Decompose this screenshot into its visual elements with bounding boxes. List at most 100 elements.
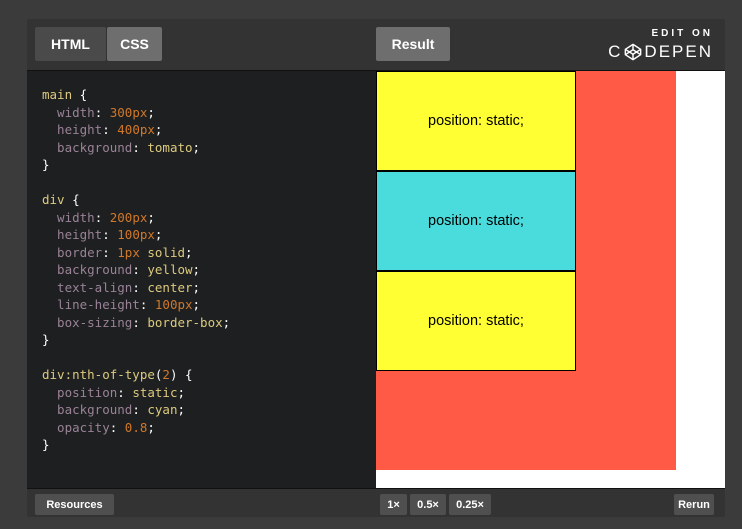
code-line: text-align: center; bbox=[42, 279, 376, 297]
code-token: main bbox=[42, 87, 73, 102]
resources-button[interactable]: Resources bbox=[35, 494, 114, 515]
code-token: : bbox=[94, 209, 110, 225]
code-token: ; bbox=[192, 262, 201, 277]
code-token: width bbox=[42, 104, 95, 120]
code-token: 400px bbox=[117, 122, 155, 137]
code-token: : bbox=[132, 314, 148, 330]
code-token: center bbox=[147, 279, 193, 295]
code-line: box-sizing: border-box; bbox=[42, 314, 376, 332]
code-token: border bbox=[42, 244, 103, 260]
demo-div-1: position: static; bbox=[376, 71, 576, 171]
zoom-1x-button[interactable]: 1× bbox=[380, 494, 407, 515]
edit-on-label: EDIT ON bbox=[651, 28, 713, 39]
code-token: cyan bbox=[147, 402, 178, 417]
zoom-05x-button[interactable]: 0.5× bbox=[410, 494, 446, 515]
code-token: : bbox=[94, 104, 110, 120]
code-token: : bbox=[139, 297, 155, 312]
codepen-cube-icon bbox=[625, 43, 642, 61]
code-token: opacity bbox=[42, 419, 110, 435]
code-token: } bbox=[42, 157, 50, 172]
code-token: ; bbox=[147, 209, 155, 225]
code-line: height: 100px; bbox=[42, 226, 376, 244]
demo-div-2: position: static; bbox=[376, 171, 576, 271]
code-token: box-sizing bbox=[42, 314, 133, 330]
code-token: ; bbox=[154, 227, 163, 242]
tab-result[interactable]: Result bbox=[376, 27, 450, 61]
code-token: div bbox=[42, 192, 65, 207]
zoom-025x-button[interactable]: 0.25× bbox=[449, 494, 491, 515]
code-token: { bbox=[72, 87, 88, 102]
code-token: ; bbox=[222, 314, 231, 330]
code-token: : bbox=[132, 139, 148, 155]
code-line: } bbox=[42, 436, 376, 454]
code-line: width: 300px; bbox=[42, 104, 376, 122]
code-line: opacity: 0.8; bbox=[42, 419, 376, 437]
result-preview: position: static; position: static; positi… bbox=[376, 71, 725, 488]
code-line: background: cyan; bbox=[42, 401, 376, 419]
code-line: height: 400px; bbox=[42, 121, 376, 139]
code-line: background: tomato; bbox=[42, 139, 376, 157]
code-token: : bbox=[117, 384, 133, 400]
code-token: } bbox=[42, 437, 50, 452]
code-token: : bbox=[102, 227, 118, 242]
code-line: } bbox=[42, 331, 376, 349]
code-line: div { bbox=[42, 191, 376, 209]
code-token: width bbox=[42, 209, 95, 225]
code-line: div:nth-of-type(2) { bbox=[42, 366, 376, 384]
code-token: 100px bbox=[154, 297, 193, 312]
code-line: position: static; bbox=[42, 384, 376, 402]
code-token: { bbox=[64, 192, 80, 207]
code-line: background: yellow; bbox=[42, 261, 376, 279]
code-token: : bbox=[132, 402, 148, 417]
code-line: } bbox=[42, 156, 376, 174]
code-line: line-height: 100px; bbox=[42, 296, 376, 314]
codepen-embed: HTML CSS Result EDIT ON C DEPEN main {w… bbox=[27, 19, 725, 517]
code-token: line-height bbox=[42, 297, 140, 312]
code-line: border: 1px solid; bbox=[42, 244, 376, 262]
code-line: width: 200px; bbox=[42, 209, 376, 227]
code-token: ; bbox=[192, 139, 201, 155]
code-token: background bbox=[42, 402, 133, 417]
code-token: text-align bbox=[42, 279, 133, 295]
code-token: static bbox=[132, 384, 178, 400]
edit-on-codepen-link[interactable]: EDIT ON C DEPEN bbox=[608, 28, 713, 62]
code-token: ; bbox=[185, 244, 193, 260]
demo-div-3: position: static; bbox=[376, 271, 576, 371]
code-token: ; bbox=[192, 279, 201, 295]
code-token: } bbox=[42, 332, 50, 347]
embed-header: HTML CSS Result EDIT ON C DEPEN bbox=[27, 19, 725, 71]
codepen-logo: C DEPEN bbox=[608, 42, 713, 61]
code-token: ; bbox=[147, 104, 155, 120]
tab-html[interactable]: HTML bbox=[35, 27, 106, 61]
code-token: ; bbox=[192, 297, 201, 312]
code-token: 2 bbox=[162, 367, 170, 382]
code-token: height bbox=[42, 122, 103, 137]
code-token: 100px bbox=[117, 227, 155, 242]
code-token: tomato bbox=[147, 139, 193, 155]
code-token: background bbox=[42, 262, 133, 277]
code-token: : bbox=[102, 122, 118, 137]
tab-css[interactable]: CSS bbox=[107, 27, 162, 61]
css-code-editor[interactable]: main { width: 300px; height: 400px; back… bbox=[27, 72, 376, 488]
code-token: border-box bbox=[147, 314, 223, 330]
code-token: : bbox=[132, 279, 148, 295]
code-token: position bbox=[42, 384, 118, 400]
code-token: : bbox=[132, 262, 148, 277]
code-token: ; bbox=[154, 122, 163, 137]
code-token: background bbox=[42, 139, 133, 155]
code-token: 0.8 bbox=[124, 419, 148, 435]
code-token: 200px bbox=[109, 209, 148, 225]
code-line: main { bbox=[42, 86, 376, 104]
embed-footer: Resources 1× 0.5× 0.25× Rerun bbox=[27, 488, 725, 517]
code-token: yellow bbox=[147, 262, 193, 277]
code-token: 1px bbox=[117, 244, 140, 260]
code-token: : bbox=[102, 244, 118, 260]
code-token: ; bbox=[147, 419, 155, 435]
code-token: : bbox=[109, 419, 125, 435]
rerun-button[interactable]: Rerun bbox=[674, 494, 714, 515]
code-token: solid bbox=[147, 244, 186, 260]
code-token: ; bbox=[177, 402, 186, 417]
code-token: ) { bbox=[169, 367, 193, 382]
